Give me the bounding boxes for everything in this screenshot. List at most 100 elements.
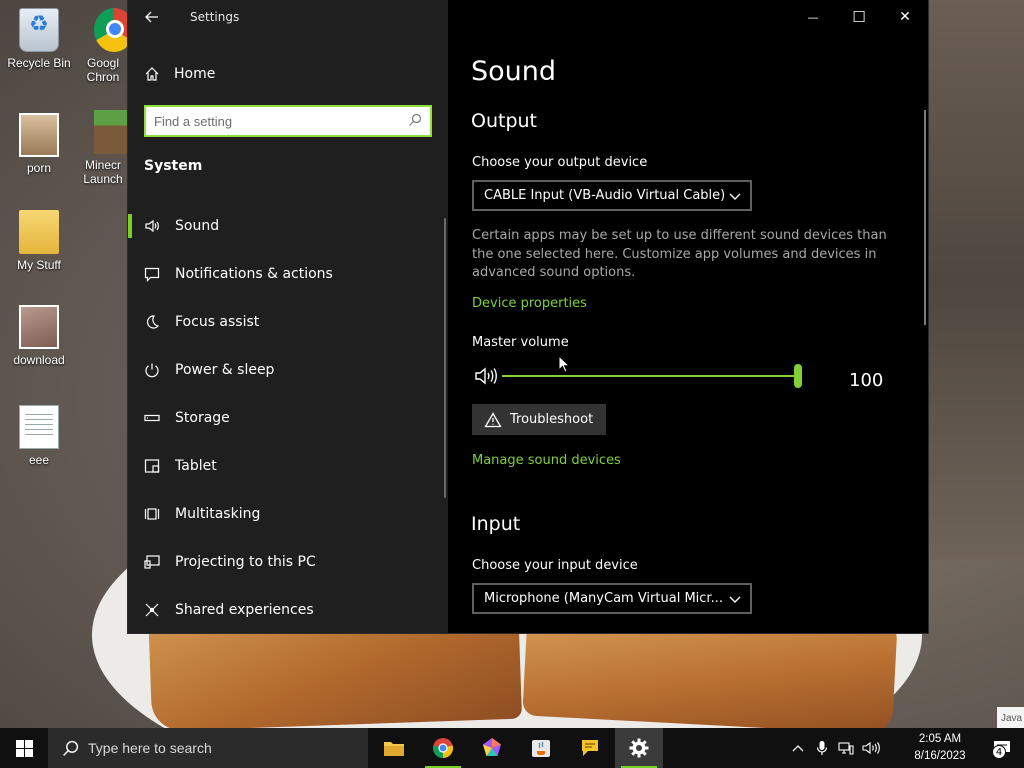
home-icon	[145, 67, 159, 81]
volume-icon[interactable]	[474, 365, 498, 387]
desktop-icon-label: Googl Chron	[86, 56, 120, 84]
taskbar-search-box[interactable]: Type here to search	[48, 728, 368, 768]
clock-time: 2:05 AM	[918, 733, 962, 745]
taskbar-app-paint[interactable]	[468, 728, 516, 768]
mouse-cursor-icon	[558, 355, 570, 373]
sidebar-item-focus-assist[interactable]: Focus assist	[128, 298, 444, 346]
sidebar-item-projecting[interactable]: Projecting to this PC	[128, 538, 444, 586]
sidebar-item-shared-experiences[interactable]: Shared experiences	[128, 586, 444, 633]
desktop-icon-label: Minecr Launch	[83, 158, 123, 186]
sidebar-item-multitasking[interactable]: Multitasking	[128, 490, 444, 538]
projecting-icon	[144, 554, 160, 570]
input-heading: Input	[471, 513, 521, 535]
gear-icon	[629, 738, 649, 758]
device-properties-link[interactable]: Device properties	[472, 296, 587, 311]
home-link[interactable]: Home	[144, 62, 215, 86]
maximize-button[interactable]: ☐	[836, 0, 882, 34]
taskbar-app-chrome[interactable]	[419, 728, 467, 768]
desktop-icon-label: My Stuff	[17, 258, 61, 272]
desktop-icon-download[interactable]: download	[1, 305, 77, 367]
output-heading: Output	[471, 110, 537, 132]
taskbar-app-file-explorer[interactable]	[370, 728, 418, 768]
settings-sidebar: Settings Home System Sound	[128, 0, 448, 633]
start-button[interactable]	[0, 728, 48, 768]
speaker-icon	[144, 218, 160, 234]
volume-slider-thumb[interactable]	[794, 364, 802, 388]
tablet-icon	[144, 458, 160, 474]
sidebar-scrollbar[interactable]	[444, 218, 446, 498]
message-icon	[144, 266, 160, 282]
image-file-icon	[19, 113, 59, 157]
taskbar-app-messenger[interactable]	[566, 728, 614, 768]
settings-window: Settings Home System Sound	[128, 0, 928, 633]
volume-slider-track	[502, 375, 802, 377]
chevron-up-icon	[792, 745, 804, 752]
desktop-icon-label: eee	[28, 453, 50, 467]
microphone-tray-button[interactable]	[810, 728, 834, 768]
chevron-down-icon	[728, 189, 742, 203]
input-device-value: Microphone (ManyCam Virtual Micr...	[484, 591, 723, 606]
storage-icon	[144, 410, 160, 426]
windows-logo-icon	[15, 739, 33, 757]
settings-content	[448, 0, 928, 633]
network-tray-button[interactable]	[834, 728, 858, 768]
taskbar-clock[interactable]: 2:05 AM 8/16/2023	[900, 731, 980, 765]
chevron-down-icon	[728, 592, 742, 606]
settings-search-input[interactable]	[154, 108, 404, 134]
taskbar-app-java[interactable]	[517, 728, 565, 768]
minecraft-icon	[94, 110, 128, 154]
manage-sound-devices-link[interactable]: Manage sound devices	[472, 453, 621, 468]
sidebar-item-label: Tablet	[175, 458, 217, 474]
master-volume-label: Master volume	[472, 335, 569, 350]
desktop-icon-chrome[interactable]: Googl Chron	[78, 8, 128, 84]
chat-icon	[582, 740, 598, 756]
desktop-icon-porn[interactable]: porn	[1, 113, 77, 175]
sidebar-item-sound[interactable]: Sound	[128, 202, 444, 250]
desktop-icon-label: Recycle Bin	[7, 56, 71, 70]
text-file-icon	[19, 405, 59, 449]
master-volume-slider[interactable]	[502, 364, 802, 388]
section-title: System	[144, 158, 203, 174]
notification-count-badge: 4	[992, 745, 1006, 759]
output-device-dropdown[interactable]: CABLE Input (VB-Audio Virtual Cable)	[472, 180, 752, 211]
chrome-icon	[432, 738, 454, 758]
show-hidden-icons-button[interactable]	[786, 728, 810, 768]
sidebar-item-label: Sound	[175, 218, 220, 234]
java-tooltip: Java	[997, 707, 1024, 728]
taskbar: Type here to search 2:05 AM 8/16/2023 4	[0, 728, 1024, 768]
sidebar-item-notifications[interactable]: Notifications & actions	[128, 250, 444, 298]
content-scrollbar[interactable]	[924, 110, 926, 325]
volume-tray-button[interactable]	[858, 728, 884, 768]
sidebar-item-label: Shared experiences	[175, 602, 314, 618]
sidebar-item-tablet[interactable]: Tablet	[128, 442, 444, 490]
search-icon	[63, 740, 79, 756]
desktop-icon-minecraft[interactable]: Minecr Launch	[78, 110, 128, 186]
speaker-icon	[862, 741, 880, 755]
close-button[interactable]: ✕	[882, 0, 928, 34]
power-icon	[144, 362, 160, 378]
desktop-icon-label: download	[13, 353, 65, 367]
java-icon	[532, 740, 550, 757]
back-button[interactable]	[142, 6, 162, 28]
input-device-dropdown[interactable]: Microphone (ManyCam Virtual Micr...	[472, 583, 752, 614]
troubleshoot-button[interactable]: Troubleshoot	[472, 404, 606, 435]
maximize-icon: ☐	[852, 8, 866, 26]
minimize-button[interactable]: —	[790, 0, 836, 34]
sidebar-item-storage[interactable]: Storage	[128, 394, 444, 442]
folder-icon	[384, 742, 404, 756]
folder-icon	[19, 210, 59, 254]
desktop-icon-eee[interactable]: eee	[1, 405, 77, 467]
chrome-icon	[94, 8, 128, 52]
settings-search-box[interactable]	[144, 105, 432, 137]
taskbar-app-settings[interactable]	[615, 728, 663, 768]
taskbar-search-placeholder: Type here to search	[88, 740, 212, 756]
desktop-icon-recycle-bin[interactable]: Recycle Bin	[1, 8, 77, 70]
search-icon[interactable]	[408, 113, 422, 127]
sidebar-item-power-sleep[interactable]: Power & sleep	[128, 346, 444, 394]
sidebar-item-label: Storage	[175, 410, 230, 426]
sidebar-item-label: Multitasking	[175, 506, 261, 522]
sidebar-nav: Sound Notifications & actions Focus assi…	[128, 202, 444, 633]
warning-icon	[484, 411, 502, 428]
desktop-icon-my-stuff[interactable]: My Stuff	[1, 210, 77, 272]
home-label: Home	[174, 66, 216, 82]
